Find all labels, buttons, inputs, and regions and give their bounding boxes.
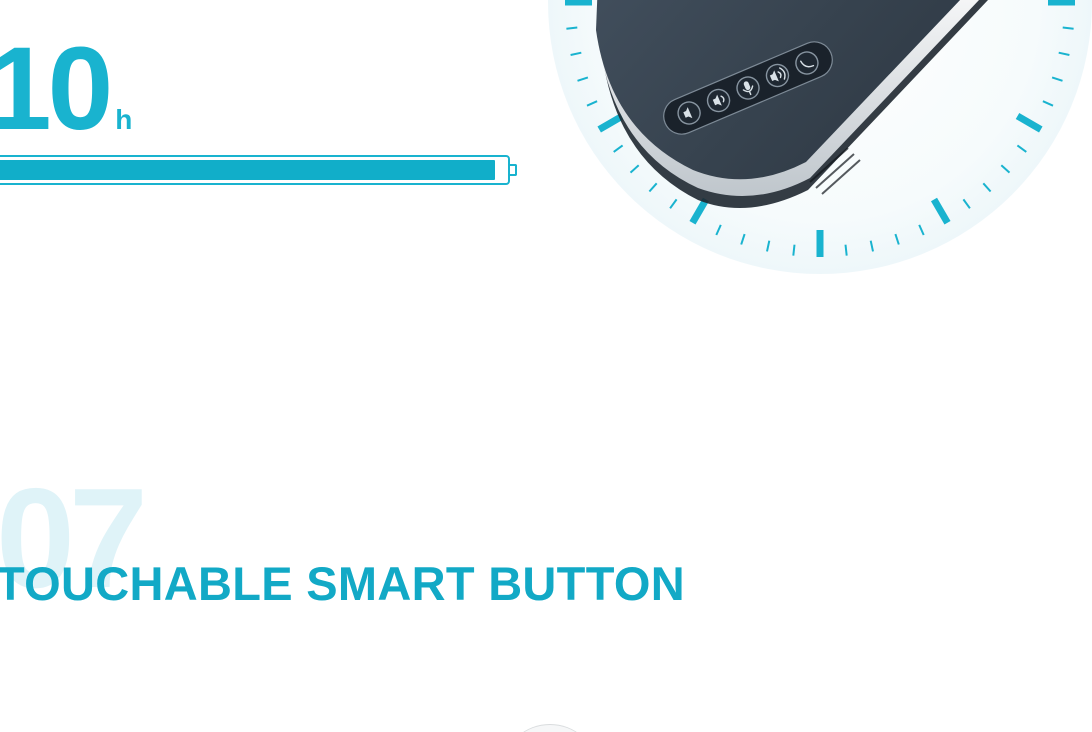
page: 10 h 07 TOUCHABLE SMART BUTTON	[0, 0, 1092, 732]
button-device-preview	[505, 724, 595, 732]
speaker-dial-illustration	[548, 0, 1092, 274]
battery-fill	[0, 160, 495, 180]
runtime-readout: 10 h	[0, 30, 132, 148]
dial-minor-tick	[792, 244, 796, 256]
dial-minor-tick	[1062, 26, 1074, 30]
dial-minor-tick	[566, 26, 578, 30]
runtime-unit: h	[115, 104, 133, 135]
battery-bar	[0, 155, 510, 185]
dial-minor-tick	[844, 244, 848, 256]
runtime-value: 10	[0, 23, 113, 155]
section-title: TOUCHABLE SMART BUTTON	[0, 557, 685, 610]
battery-terminal	[510, 164, 517, 176]
